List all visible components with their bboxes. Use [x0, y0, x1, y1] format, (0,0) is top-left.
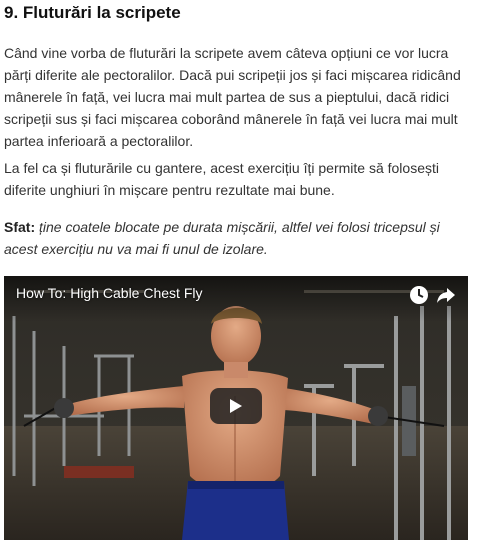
- video-player[interactable]: How To: High Cable Chest Fly: [4, 276, 468, 540]
- video-title[interactable]: How To: High Cable Chest Fly: [16, 284, 202, 302]
- clock-icon[interactable]: [408, 284, 430, 306]
- paragraph-angles: La fel ca și fluturările cu gantere, ace…: [4, 160, 439, 198]
- section-heading: 9. Fluturări la scripete: [4, 3, 181, 22]
- paragraph-cable-options: Când vine vorba de fluturări la scripete…: [4, 45, 461, 149]
- share-arrow-icon[interactable]: [435, 284, 457, 306]
- play-button[interactable]: [210, 388, 262, 424]
- tip-label: Sfat:: [4, 219, 36, 235]
- tip-text: ține coatele blocate pe durata mișcării,…: [4, 219, 440, 257]
- play-icon: [230, 399, 242, 413]
- article: 9. Fluturări la scripete Când vine vorba…: [0, 0, 477, 545]
- tip-paragraph: Sfat: ține coatele blocate pe durata miș…: [4, 216, 470, 260]
